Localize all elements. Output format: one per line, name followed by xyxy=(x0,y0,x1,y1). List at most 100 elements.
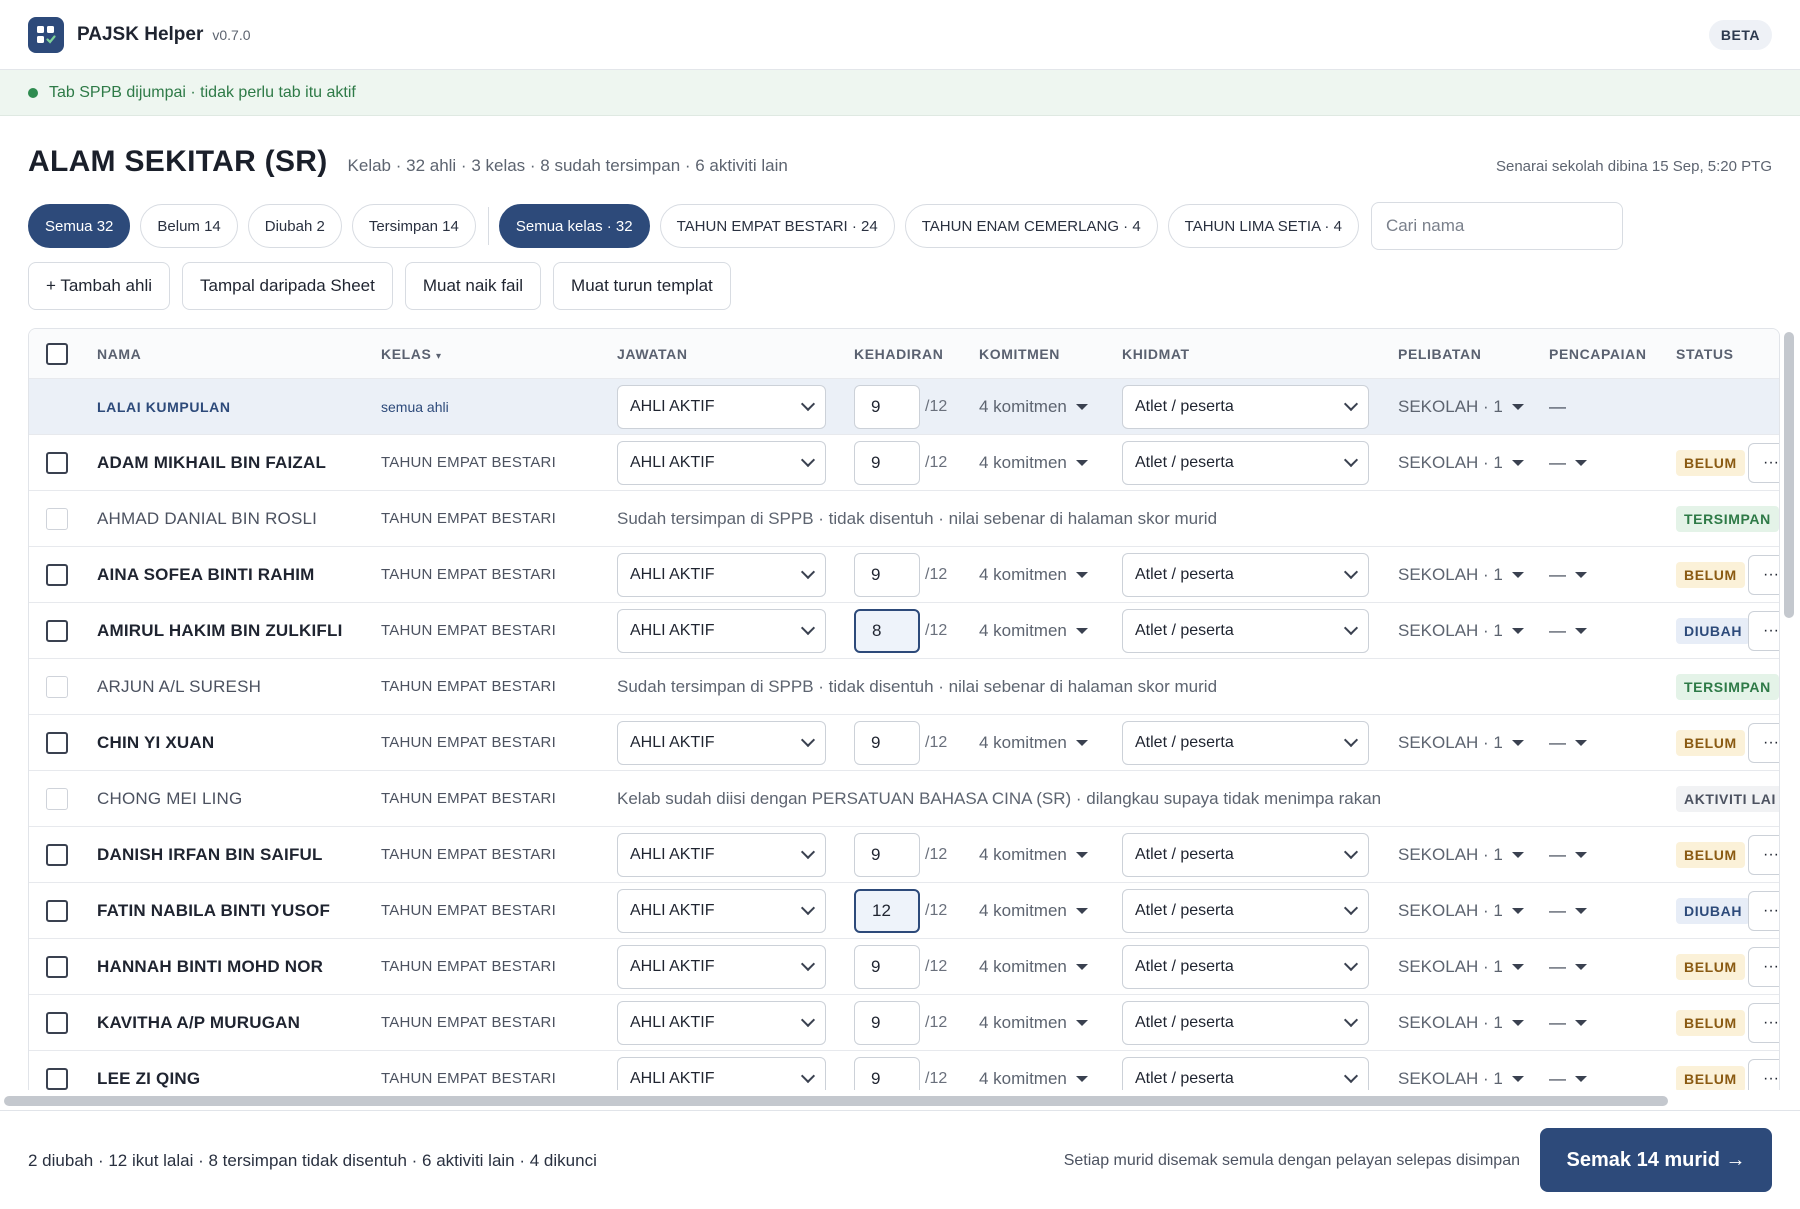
group-jawatan-select[interactable]: AHLI AKTIF xyxy=(617,384,826,429)
pelibatan-dropdown[interactable]: SEKOLAH · 1 xyxy=(1398,845,1524,865)
kehadiran-input[interactable]: 9 xyxy=(854,720,920,765)
chip-status-diubah[interactable]: Diubah 2 xyxy=(247,204,342,248)
khidmat-select[interactable]: Atlet / peserta xyxy=(1122,440,1369,485)
pelibatan-dropdown[interactable]: SEKOLAH · 1 xyxy=(1398,621,1524,641)
vertical-scrollbar[interactable] xyxy=(1784,332,1794,618)
pelibatan-dropdown[interactable]: SEKOLAH · 1 xyxy=(1398,733,1524,753)
row-checkbox-disabled xyxy=(46,675,68,698)
komitmen-dropdown[interactable]: 4 komitmen xyxy=(979,453,1088,473)
row-checkbox[interactable] xyxy=(46,451,68,474)
page-subtitle: Kelab · 32 ahli · 3 kelas · 8 sudah ters… xyxy=(347,156,788,175)
khidmat-select[interactable]: Atlet / peserta xyxy=(1122,944,1369,989)
group-komitmen-dropdown[interactable]: 4 komitmen xyxy=(979,397,1088,417)
horizontal-scrollbar[interactable] xyxy=(4,1096,1668,1106)
pelibatan-dropdown[interactable]: SEKOLAH · 1 xyxy=(1398,1013,1524,1033)
chip-status-belum[interactable]: Belum 14 xyxy=(140,204,238,248)
row-checkbox[interactable] xyxy=(46,619,68,642)
group-khidmat-select[interactable]: Atlet / peserta xyxy=(1122,384,1369,429)
kehadiran-input[interactable]: 8 xyxy=(854,608,920,653)
pelibatan-dropdown[interactable]: SEKOLAH · 1 xyxy=(1398,1069,1524,1089)
row-more-button[interactable]: ··· xyxy=(1748,722,1779,763)
add-member-button[interactable]: + Tambah ahli xyxy=(28,262,171,310)
komitmen-dropdown[interactable]: 4 komitmen xyxy=(979,565,1088,585)
pelibatan-dropdown[interactable]: SEKOLAH · 1 xyxy=(1398,901,1524,921)
row-checkbox[interactable] xyxy=(46,955,68,978)
kehadiran-input[interactable]: 9 xyxy=(854,944,920,989)
khidmat-select[interactable]: Atlet / peserta xyxy=(1122,888,1369,933)
chip-status-tersimpan[interactable]: Tersimpan 14 xyxy=(351,204,476,248)
khidmat-select[interactable]: Atlet / peserta xyxy=(1122,832,1369,877)
pelibatan-dropdown[interactable]: SEKOLAH · 1 xyxy=(1398,957,1524,977)
pencapaian-dropdown[interactable]: — xyxy=(1549,565,1587,585)
pencapaian-dropdown[interactable]: — xyxy=(1549,453,1587,473)
row-more-button[interactable]: ··· xyxy=(1748,946,1779,987)
pelibatan-value: SEKOLAH · 1 xyxy=(1398,900,1503,920)
jawatan-select[interactable]: AHLI AKTIF xyxy=(617,720,826,765)
komitmen-dropdown[interactable]: 4 komitmen xyxy=(979,1069,1088,1089)
row-checkbox[interactable] xyxy=(46,563,68,586)
group-kehadiran-input[interactable]: 9 xyxy=(854,384,920,429)
review-students-button[interactable]: Semak 14 murid → xyxy=(1540,1128,1772,1192)
row-more-button[interactable]: ··· xyxy=(1748,890,1779,931)
jawatan-select[interactable]: AHLI AKTIF xyxy=(617,888,826,933)
jawatan-select[interactable]: AHLI AKTIF xyxy=(617,1000,826,1045)
row-more-button[interactable]: ··· xyxy=(1748,554,1779,595)
khidmat-select[interactable]: Atlet / peserta xyxy=(1122,720,1369,765)
pencapaian-dropdown[interactable]: — xyxy=(1549,1069,1587,1089)
upload-file-button[interactable]: Muat naik fail xyxy=(404,262,542,310)
chip-class-lima-setia[interactable]: TAHUN LIMA SETIA · 4 xyxy=(1167,204,1359,248)
row-checkbox[interactable] xyxy=(46,731,68,754)
chip-class-enam-cemerlang[interactable]: TAHUN ENAM CEMERLANG · 4 xyxy=(904,204,1158,248)
pencapaian-dropdown[interactable]: — xyxy=(1549,901,1587,921)
komitmen-dropdown[interactable]: 4 komitmen xyxy=(979,1013,1088,1033)
row-more-button[interactable]: ··· xyxy=(1748,834,1779,875)
pelibatan-value: SEKOLAH · 1 xyxy=(1398,732,1503,752)
chip-class-all[interactable]: Semua kelas · 32 xyxy=(498,204,650,248)
pencapaian-dropdown[interactable]: — xyxy=(1549,1013,1587,1033)
kehadiran-input[interactable]: 9 xyxy=(854,832,920,877)
group-pelibatan-dropdown[interactable]: SEKOLAH · 1 xyxy=(1398,397,1524,417)
komitmen-dropdown[interactable]: 4 komitmen xyxy=(979,733,1088,753)
khidmat-select[interactable]: Atlet / peserta xyxy=(1122,1056,1369,1090)
pencapaian-dropdown[interactable]: — xyxy=(1549,957,1587,977)
select-all-checkbox[interactable] xyxy=(46,342,68,365)
row-checkbox[interactable] xyxy=(46,899,68,922)
kehadiran-input[interactable]: 9 xyxy=(854,1056,920,1090)
jawatan-select[interactable]: AHLI AKTIF xyxy=(617,608,826,653)
kehadiran-input[interactable]: 9 xyxy=(854,1000,920,1045)
row-more-button[interactable]: ··· xyxy=(1748,1058,1779,1090)
chip-status-all[interactable]: Semua 32 xyxy=(28,204,131,248)
row-more-button[interactable]: ··· xyxy=(1748,1002,1779,1043)
chip-class-empat-bestari[interactable]: TAHUN EMPAT BESTARI · 24 xyxy=(659,204,895,248)
kehadiran-input[interactable]: 12 xyxy=(854,888,920,933)
kehadiran-input[interactable]: 9 xyxy=(854,552,920,597)
banner-text: Tab SPPB dijumpai · tidak perlu tab itu … xyxy=(49,83,356,101)
row-more-button[interactable]: ··· xyxy=(1748,442,1779,483)
komitmen-dropdown[interactable]: 4 komitmen xyxy=(979,901,1088,921)
pencapaian-dropdown[interactable]: — xyxy=(1549,733,1587,753)
pelibatan-dropdown[interactable]: SEKOLAH · 1 xyxy=(1398,453,1524,473)
khidmat-select[interactable]: Atlet / peserta xyxy=(1122,1000,1369,1045)
header-kelas[interactable]: KELAS ▾ xyxy=(381,346,442,362)
row-checkbox[interactable] xyxy=(46,1067,68,1090)
pencapaian-dropdown[interactable]: — xyxy=(1549,621,1587,641)
row-more-button[interactable]: ··· xyxy=(1748,610,1779,651)
search-input[interactable] xyxy=(1370,202,1623,250)
pelibatan-dropdown[interactable]: SEKOLAH · 1 xyxy=(1398,565,1524,585)
jawatan-select[interactable]: AHLI AKTIF xyxy=(617,944,826,989)
jawatan-select[interactable]: AHLI AKTIF xyxy=(617,1056,826,1090)
paste-from-sheet-button[interactable]: Tampal daripada Sheet xyxy=(182,262,393,310)
jawatan-select[interactable]: AHLI AKTIF xyxy=(617,832,826,877)
pencapaian-dropdown[interactable]: — xyxy=(1549,845,1587,865)
row-checkbox[interactable] xyxy=(46,843,68,866)
jawatan-select[interactable]: AHLI AKTIF xyxy=(617,552,826,597)
kehadiran-input[interactable]: 9 xyxy=(854,440,920,485)
download-template-button[interactable]: Muat turun templat xyxy=(553,262,731,310)
khidmat-select[interactable]: Atlet / peserta xyxy=(1122,552,1369,597)
jawatan-select[interactable]: AHLI AKTIF xyxy=(617,440,826,485)
row-checkbox[interactable] xyxy=(46,1011,68,1034)
khidmat-select[interactable]: Atlet / peserta xyxy=(1122,608,1369,653)
komitmen-dropdown[interactable]: 4 komitmen xyxy=(979,621,1088,641)
komitmen-dropdown[interactable]: 4 komitmen xyxy=(979,957,1088,977)
komitmen-dropdown[interactable]: 4 komitmen xyxy=(979,845,1088,865)
